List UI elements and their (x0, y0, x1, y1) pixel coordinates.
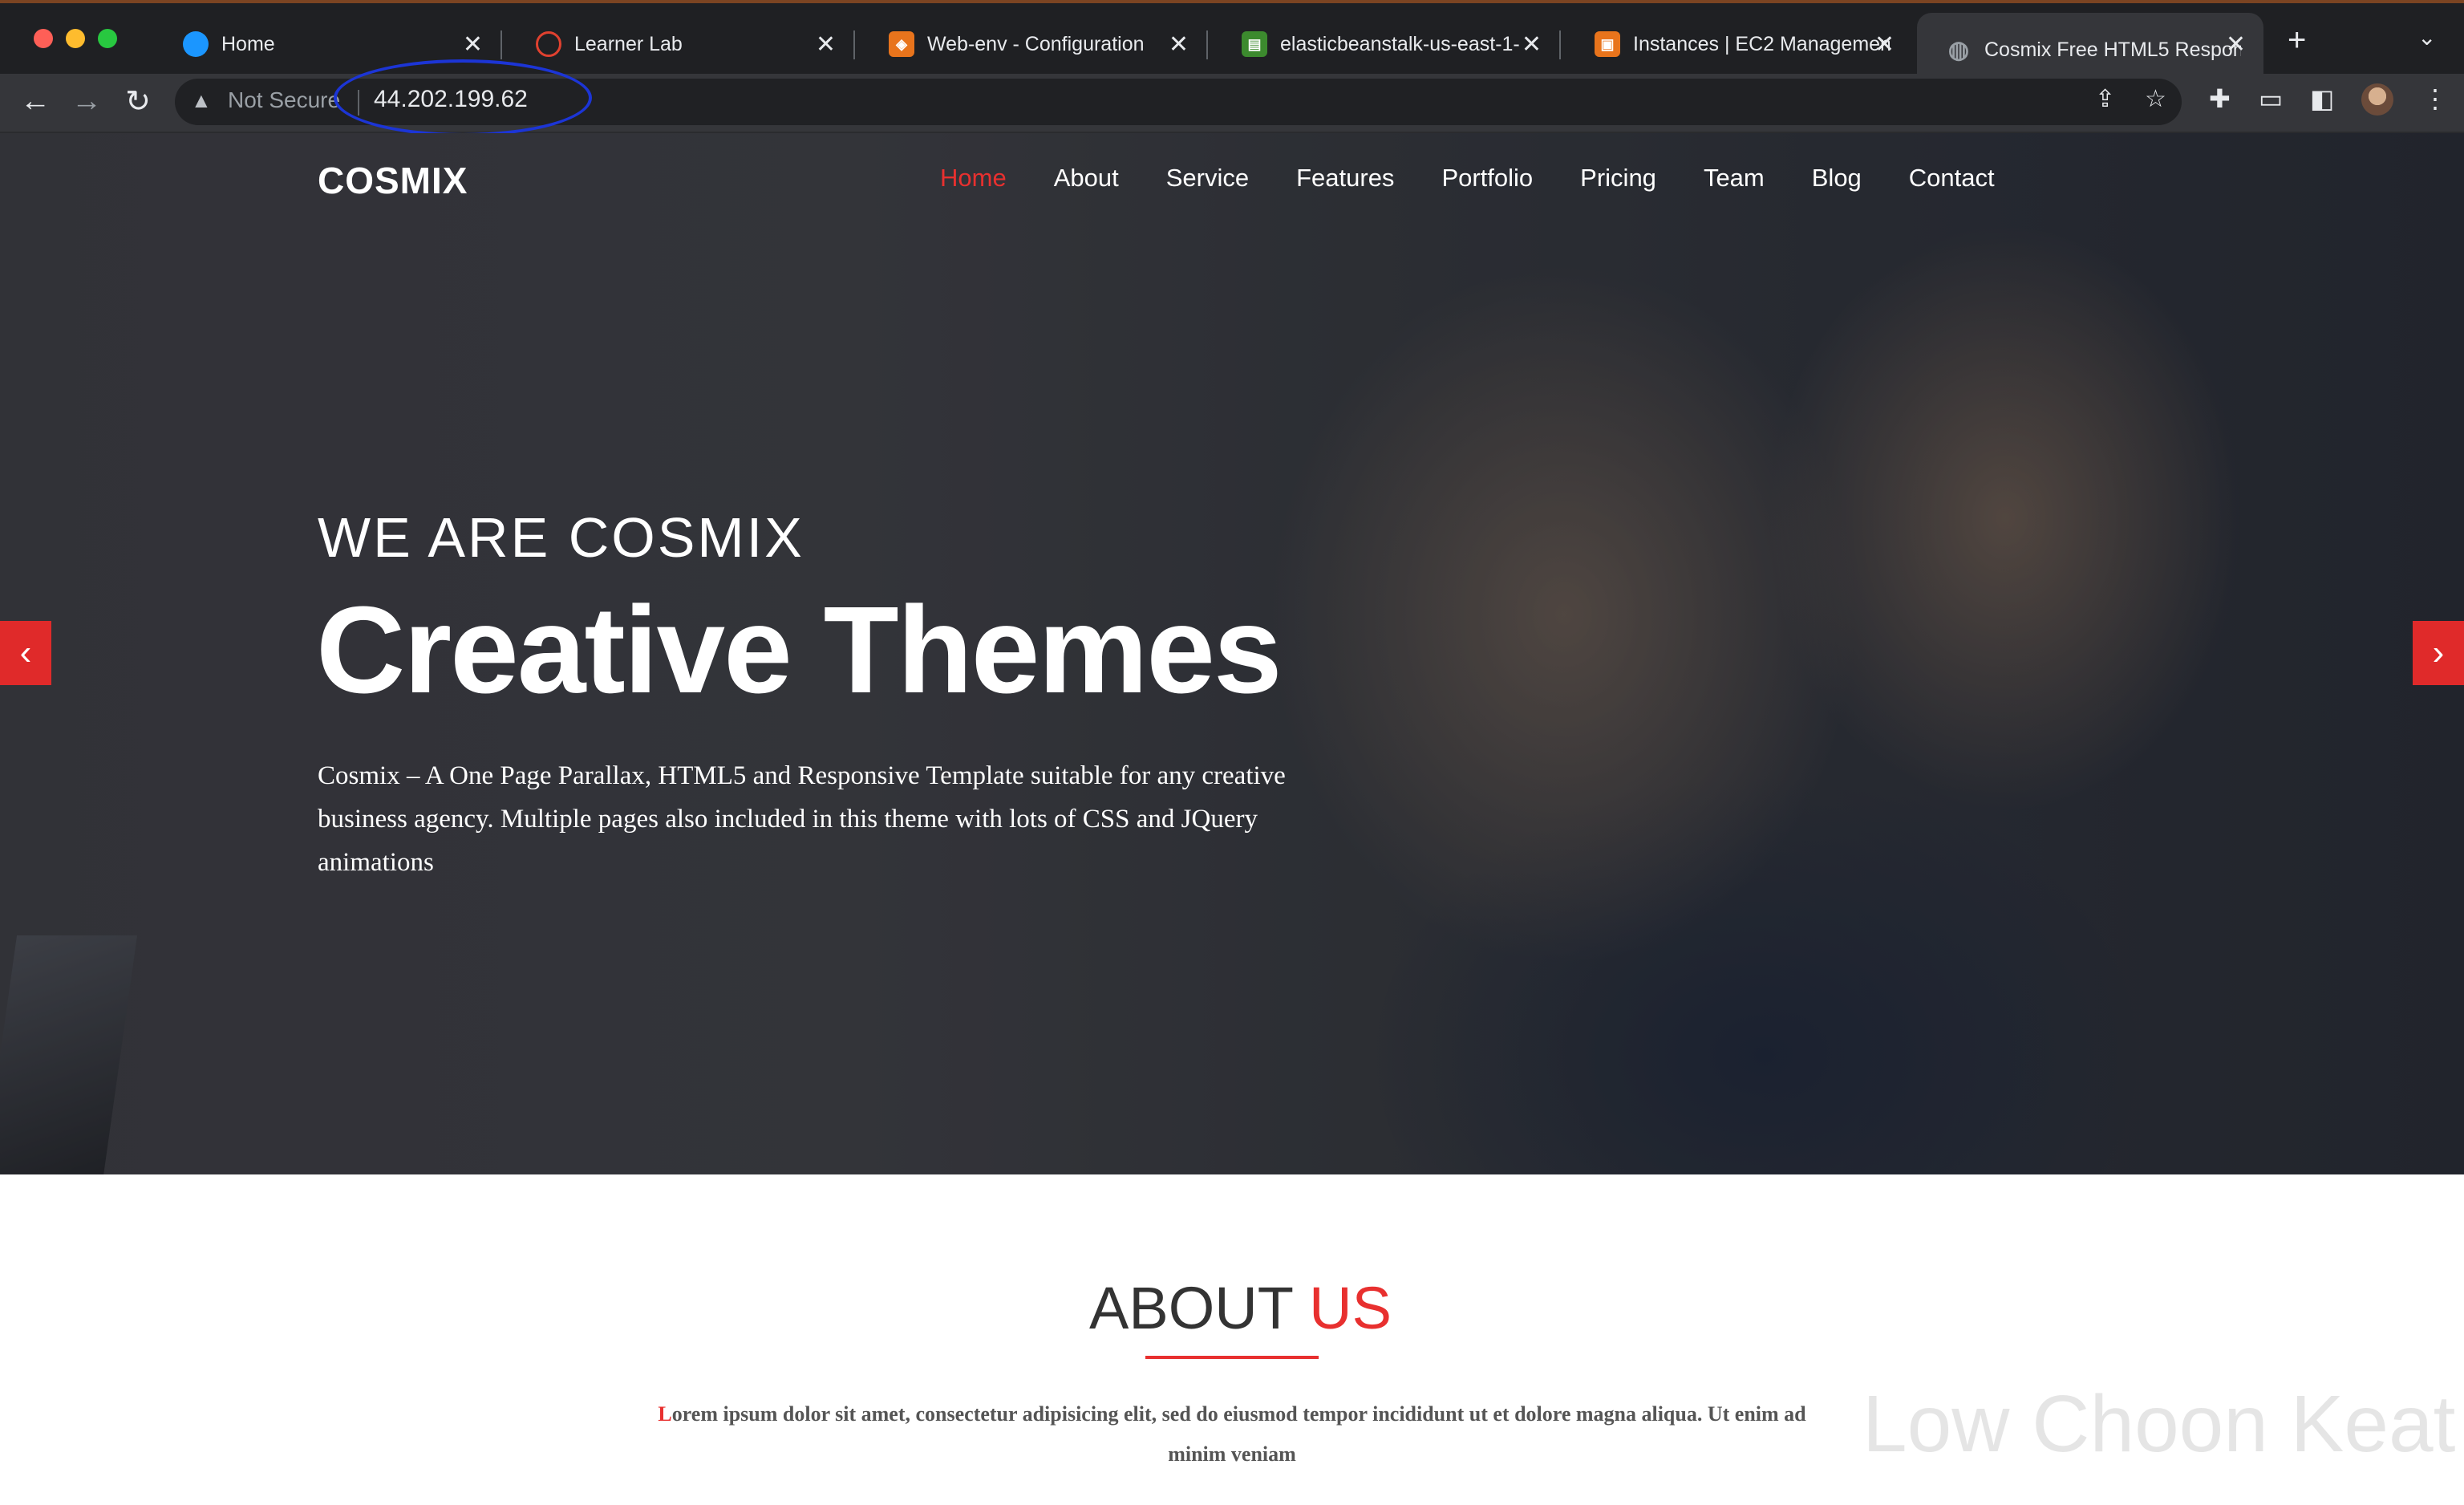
bookmark-star-icon[interactable]: ☆ (2145, 85, 2166, 113)
more-menu-icon[interactable]: ⋮ (2422, 83, 2448, 114)
about-text: orem ipsum dolor sit amet, consectetur a… (671, 1402, 1806, 1466)
chevron-left-icon: ‹ (19, 633, 32, 672)
tab-label: Instances | EC2 Managemen (1633, 32, 1890, 55)
slider-prev-button[interactable]: ‹ (0, 621, 51, 685)
browser-tab[interactable]: ◈ Web-env - Configuration ✕ (860, 13, 1208, 75)
close-window-button[interactable] (34, 29, 53, 48)
main-nav: Home About Service Features Portfolio Pr… (940, 164, 2042, 193)
url-highlight-annotation (334, 59, 592, 136)
about-underline (1145, 1356, 1319, 1359)
close-tab-icon[interactable]: ✕ (463, 30, 483, 59)
close-tab-icon[interactable]: ✕ (1874, 30, 1895, 59)
minimize-window-button[interactable] (66, 29, 85, 48)
hero-description: Cosmix – A One Page Parallax, HTML5 and … (318, 761, 1286, 877)
site-logo[interactable]: COSMIX (318, 159, 468, 202)
tab-separator (500, 30, 502, 59)
nav-features[interactable]: Features (1296, 164, 1394, 193)
reload-icon[interactable]: ↻ (117, 80, 159, 122)
close-tab-icon[interactable]: ✕ (1522, 30, 1542, 59)
about-first-letter: L (658, 1402, 672, 1426)
cast-icon[interactable]: ▭ (2259, 83, 2283, 114)
tab-separator (1559, 30, 1561, 59)
close-tab-icon[interactable]: ✕ (816, 30, 836, 59)
tab-label: Learner Lab (574, 32, 683, 55)
warning-triangle-icon[interactable]: ▲ (191, 88, 212, 113)
nav-service[interactable]: Service (1166, 164, 1249, 193)
tab-label: Web-env - Configuration (927, 32, 1145, 55)
aws-s3-icon: ▤ (1242, 31, 1267, 57)
browser-tab[interactable]: ▤ elasticbeanstalk-us-east-1- ✕ (1213, 13, 1561, 75)
watermark-text: Low Choon Keat (1862, 1379, 2456, 1469)
side-panel-icon[interactable]: ◧ (2310, 83, 2334, 114)
nav-pricing[interactable]: Pricing (1580, 164, 1656, 193)
share-icon[interactable]: ⇪ (2095, 85, 2115, 113)
hero-subtitle: WE ARE COSMIX (318, 506, 804, 569)
nav-about[interactable]: About (1054, 164, 1119, 193)
tab-label: Home (221, 32, 275, 55)
profile-avatar[interactable] (2361, 83, 2393, 116)
about-heading-main: ABOUT (1089, 1275, 1293, 1341)
nav-contact[interactable]: Contact (1909, 164, 1995, 193)
browser-tab[interactable]: Learner Lab ✕ (507, 13, 855, 75)
close-tab-icon[interactable]: ✕ (2226, 30, 2246, 59)
back-arrow-icon[interactable]: ← (14, 80, 56, 122)
aws-beanstalk-icon: ◈ (889, 31, 914, 57)
tab-separator (853, 30, 855, 59)
chevron-right-icon: › (2432, 633, 2445, 672)
aws-ec2-icon: ▣ (1595, 31, 1620, 57)
tab-label: Cosmix Free HTML5 Respon (1984, 38, 2241, 61)
nav-home[interactable]: Home (940, 164, 1007, 193)
tab-search-chevron-icon[interactable]: ⌄ (2417, 24, 2436, 51)
learner-lab-icon (536, 31, 561, 57)
forward-arrow-icon[interactable]: → (66, 80, 107, 122)
about-heading-accent: US (1309, 1275, 1392, 1341)
tab-label: elasticbeanstalk-us-east-1- (1280, 32, 1520, 55)
about-paragraph: Lorem ipsum dolor sit amet, consectetur … (642, 1394, 1822, 1475)
about-heading: ABOUT US (1089, 1274, 1392, 1342)
new-tab-icon[interactable]: + (2288, 22, 2306, 59)
hero-section: COSMIX Home About Service Features Portf… (0, 133, 2464, 1174)
nav-blog[interactable]: Blog (1812, 164, 1862, 193)
slider-next-button[interactable]: › (2413, 621, 2464, 685)
not-secure-label[interactable]: Not Secure (228, 87, 340, 113)
hero-title: Creative Themes (316, 581, 1283, 719)
salesforce-cloud-icon (183, 31, 209, 57)
nav-portfolio[interactable]: Portfolio (1441, 164, 1533, 193)
close-tab-icon[interactable]: ✕ (1169, 30, 1189, 59)
nav-team[interactable]: Team (1704, 164, 1765, 193)
extensions-puzzle-icon[interactable]: ✚ (2209, 83, 2231, 114)
browser-tab[interactable]: ▣ Instances | EC2 Managemen ✕ (1566, 13, 1912, 75)
tab-separator (1206, 30, 1208, 59)
maximize-window-button[interactable] (98, 29, 117, 48)
globe-icon: ◍ (1947, 36, 1970, 63)
tab-strip-accent-line (0, 0, 2464, 3)
